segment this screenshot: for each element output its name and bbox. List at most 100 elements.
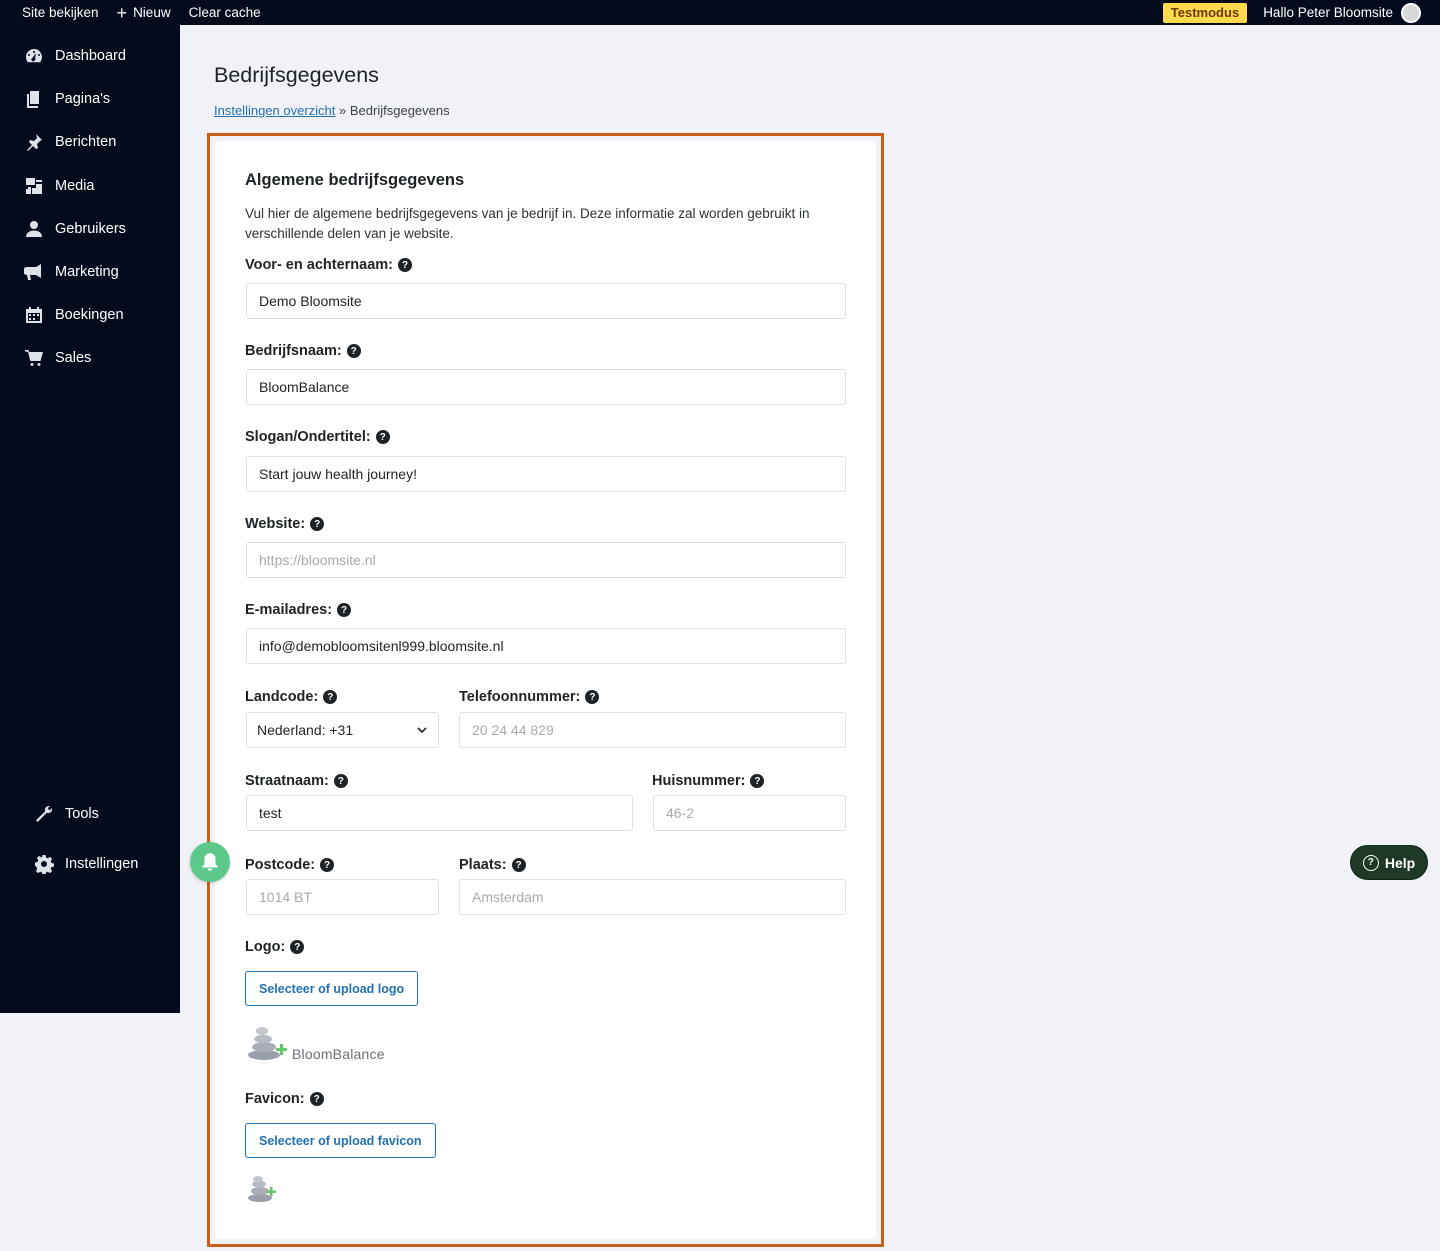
email-input[interactable] [246, 628, 846, 664]
city-label-text: Plaats: [459, 857, 507, 873]
avatar [1401, 2, 1421, 23]
help-button[interactable]: ? Help [1350, 845, 1428, 880]
upload-logo-button[interactable]: Selecteer of upload logo [245, 971, 419, 1006]
gear-icon [34, 854, 54, 874]
help-label: Help [1384, 854, 1416, 871]
logo-label: Logo: ? [245, 939, 305, 955]
user-icon [24, 219, 44, 239]
country-code-select[interactable]: Nederland: +31 [246, 712, 439, 748]
breadcrumb-settings-link[interactable]: Instellingen overzicht [214, 103, 335, 118]
favicon-label-text: Favicon: [245, 1091, 305, 1107]
slogan-label: Slogan/Ondertitel: ? [245, 429, 390, 445]
help-icon[interactable]: ? [323, 690, 338, 704]
help-icon[interactable]: ? [337, 603, 352, 617]
help-icon[interactable]: ? [585, 690, 600, 704]
country-code-label: Landcode: ? [245, 689, 338, 705]
help-icon[interactable]: ? [290, 940, 305, 954]
question-icon: ? [1362, 854, 1379, 871]
section-intro: Vul hier de algemene bedrijfsgegevens va… [245, 206, 810, 241]
street-label-text: Straatnaam: [245, 773, 329, 789]
company-label: Bedrijfsnaam: ? [245, 343, 361, 359]
logo-preview: BloomBalance [246, 1024, 385, 1062]
clear-cache-link[interactable]: Clear cache [189, 0, 261, 25]
help-icon[interactable]: ? [750, 774, 765, 788]
admin-bar: Site bekijken + Nieuw Clear cache Testmo… [0, 0, 1440, 25]
section-title: Algemene bedrijfsgegevens [245, 171, 465, 189]
name-input[interactable] [246, 283, 846, 319]
phone-input[interactable] [459, 712, 846, 748]
logo-label-text: Logo: [245, 939, 286, 955]
postcode-input[interactable] [246, 879, 439, 915]
website-input[interactable] [246, 542, 846, 578]
help-icon[interactable]: ? [309, 1092, 324, 1106]
help-icon[interactable]: ? [398, 258, 412, 272]
page-title: Bedrijfsgegevens [214, 63, 379, 87]
country-code-label-text: Landcode: [245, 689, 319, 705]
sidebar-item-marketing[interactable]: Marketing [24, 260, 119, 284]
bell-icon [202, 853, 218, 871]
stones-favicon-icon [248, 1176, 276, 1202]
chevron-down-icon [417, 727, 427, 734]
notification-bell-button[interactable] [190, 842, 230, 882]
street-label: Straatnaam: ? [245, 773, 348, 789]
sidebar-item-media[interactable]: Media [24, 174, 95, 198]
sidebar-item-label: Pagina's [55, 91, 111, 107]
new-menu[interactable]: + Nieuw [117, 0, 171, 25]
company-label-text: Bedrijfsnaam: [245, 343, 342, 359]
breadcrumb: Instellingen overzicht » Bedrijfsgegeven… [214, 103, 450, 118]
plus-icon: + [116, 2, 128, 23]
street-input[interactable] [246, 795, 633, 831]
favicon-preview [246, 1175, 278, 1208]
sidebar-item-label: Media [55, 178, 95, 194]
sidebar-item-label: Gebruikers [55, 221, 126, 237]
logo-brand-text: BloomBalance [292, 1046, 385, 1062]
breadcrumb-separator: » [339, 103, 347, 118]
cart-icon [24, 348, 44, 368]
greeting-text: Hallo Peter Bloomsite [1263, 5, 1393, 20]
sidebar-item-users[interactable]: Gebruikers [24, 217, 126, 241]
help-icon[interactable]: ? [511, 858, 526, 872]
test-mode-badge[interactable]: Testmodus [1162, 2, 1248, 23]
sidebar-item-tools[interactable]: Tools [34, 802, 99, 826]
slogan-input[interactable] [246, 456, 846, 492]
house-number-input[interactable] [653, 795, 846, 831]
country-code-value: Nederland: +31 [257, 722, 354, 738]
help-icon[interactable]: ? [333, 774, 348, 788]
stones-logo-icon [248, 1027, 287, 1060]
breadcrumb-current: Bedrijfsgegevens [349, 103, 450, 118]
help-icon[interactable]: ? [346, 344, 361, 358]
city-label: Plaats: ? [459, 857, 526, 873]
help-icon[interactable]: ? [320, 858, 335, 872]
sidebar-item-bookings[interactable]: Boekingen [24, 303, 124, 327]
sidebar-item-label: Boekingen [55, 307, 124, 323]
company-input[interactable] [246, 369, 846, 405]
new-label: Nieuw [133, 5, 171, 20]
sidebar-item-label: Marketing [55, 264, 119, 280]
name-label: Voor- en achternaam: ? [245, 257, 412, 273]
postcode-label: Postcode: ? [245, 857, 335, 873]
sidebar-item-label: Instellingen [65, 856, 139, 872]
sidebar-item-dashboard[interactable]: Dashboard [24, 44, 126, 68]
calendar-icon [24, 305, 44, 325]
house-number-label: Huisnummer: ? [652, 773, 765, 789]
help-icon[interactable]: ? [375, 430, 390, 444]
pin-icon [24, 132, 44, 152]
upload-favicon-button[interactable]: Selecteer of upload favicon [245, 1123, 436, 1158]
favicon-label: Favicon: ? [245, 1091, 324, 1107]
user-menu[interactable]: Hallo Peter Bloomsite [1263, 2, 1421, 23]
megaphone-icon [24, 262, 44, 282]
sidebar-item-posts[interactable]: Berichten [24, 130, 116, 154]
sidebar-item-sales[interactable]: Sales [24, 346, 91, 370]
help-icon[interactable]: ? [310, 517, 325, 531]
wrench-icon [34, 804, 54, 824]
dashboard-icon [24, 46, 44, 66]
sidebar-item-label: Tools [65, 806, 99, 822]
sidebar-item-settings[interactable]: Instellingen [34, 852, 138, 876]
website-label: Website: ? [245, 516, 325, 532]
slogan-label-text: Slogan/Ondertitel: [245, 429, 371, 445]
email-label-text: E-mailadres: [245, 602, 333, 618]
site-view-link[interactable]: Site bekijken [22, 0, 99, 25]
postcode-label-text: Postcode: [245, 857, 316, 873]
city-input[interactable] [459, 879, 846, 915]
sidebar-item-pages[interactable]: Pagina's [24, 87, 110, 111]
